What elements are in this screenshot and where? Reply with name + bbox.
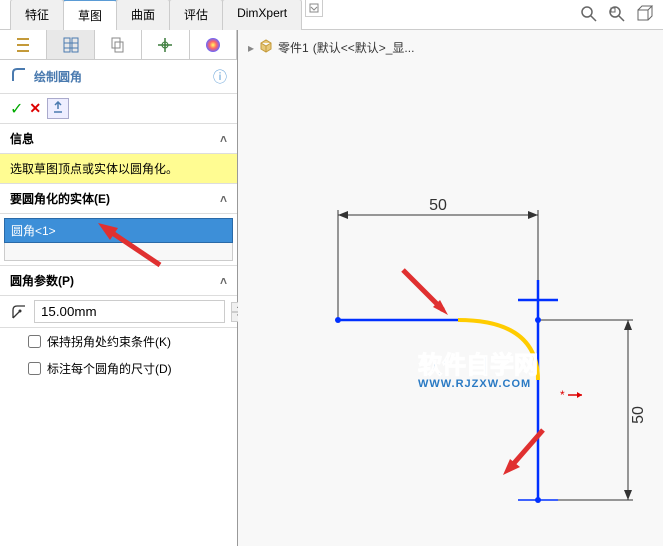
collapse-icon: ˄ — [220, 132, 227, 146]
entity-selection-item[interactable]: 圆角<1> — [4, 218, 233, 243]
pin-button[interactable] — [47, 98, 69, 119]
fillet-icon — [10, 66, 28, 87]
graphics-area[interactable]: ▸ 零件1 (默认<<默认>_显... 50 50 — [238, 30, 663, 546]
collapse-icon: ˄ — [220, 274, 227, 288]
dim-vertical: 50 — [630, 406, 647, 424]
help-icon[interactable]: ⓘ — [213, 67, 227, 87]
radius-icon — [10, 302, 28, 322]
tab-dimxpert[interactable]: DimXpert — [222, 0, 302, 30]
tab-overflow-icon[interactable] — [305, 0, 323, 17]
keep-constraints-label: 保持拐角处约束条件(K) — [47, 333, 171, 350]
feature-title: 绘制圆角 — [34, 68, 82, 85]
ok-button[interactable]: ✓ — [10, 99, 23, 119]
info-message: 选取草图顶点或实体以圆角化。 — [0, 154, 237, 184]
keep-constraints-checkbox[interactable] — [28, 335, 41, 348]
label-dims-label: 标注每个圆角的尺寸(D) — [47, 360, 172, 377]
svg-text:*: * — [560, 388, 565, 402]
info-section-header[interactable]: 信息 ˄ — [0, 124, 237, 154]
tab-surface[interactable]: 曲面 — [116, 0, 170, 30]
collapse-icon: ˄ — [220, 192, 227, 206]
view-cube-icon[interactable] — [635, 4, 655, 24]
params-section-header[interactable]: 圆角参数(P) ˄ — [0, 266, 237, 296]
zoom-area-icon[interactable] — [607, 4, 627, 24]
tab-sketch[interactable]: 草图 — [63, 0, 117, 30]
tab-features[interactable]: 特征 — [10, 0, 64, 30]
cancel-button[interactable]: ✕ — [29, 100, 41, 117]
panel-tab-dim[interactable] — [142, 30, 189, 59]
entities-section-header[interactable]: 要圆角化的实体(E) ˄ — [0, 184, 237, 214]
panel-tab-config[interactable] — [95, 30, 142, 59]
tab-evaluate[interactable]: 评估 — [169, 0, 223, 30]
entity-list-box[interactable] — [4, 243, 233, 261]
panel-tab-property[interactable] — [47, 30, 94, 59]
panel-tab-feature-tree[interactable] — [0, 30, 47, 59]
zoom-fit-icon[interactable] — [579, 4, 599, 24]
radius-input[interactable] — [34, 300, 225, 323]
panel-tab-appearance[interactable] — [190, 30, 237, 59]
property-panel: 绘制圆角 ⓘ ✓ ✕ 信息 ˄ 选取草图顶点或实体以圆角化。 要圆角化的实体(E… — [0, 30, 238, 546]
sketch-drawing: 50 50 * — [238, 30, 663, 546]
label-dims-checkbox[interactable] — [28, 362, 41, 375]
dim-horizontal: 50 — [429, 197, 447, 214]
